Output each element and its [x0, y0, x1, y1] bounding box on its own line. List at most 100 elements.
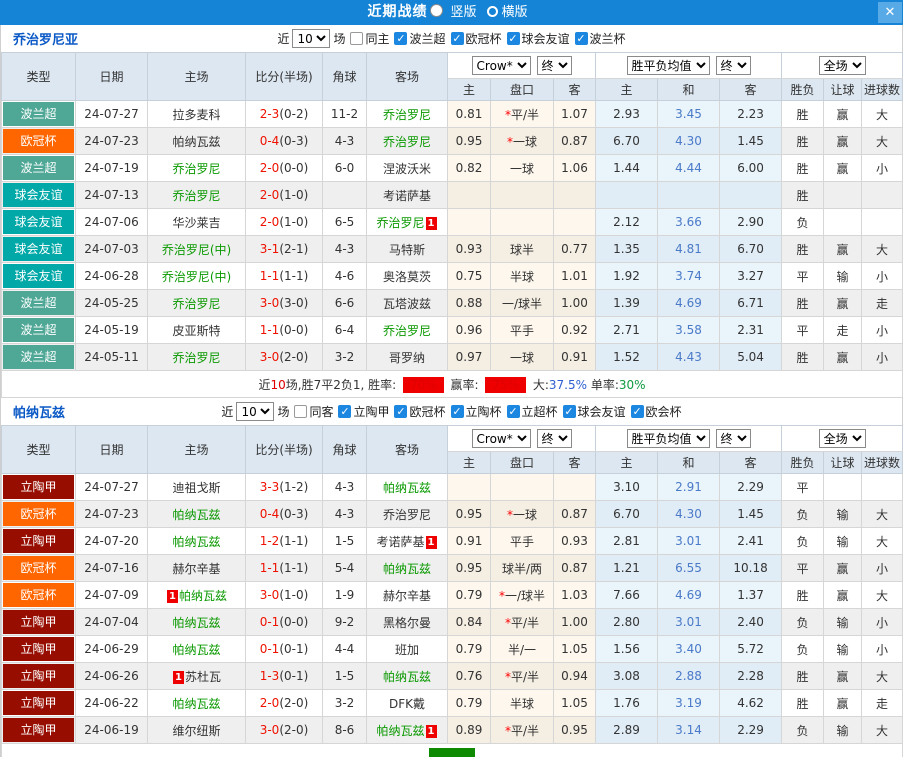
- team-link[interactable]: 1 帕纳瓦兹: [166, 589, 227, 603]
- team-link[interactable]: 乔治罗尼: [383, 324, 431, 338]
- team-link[interactable]: 乔治罗尼: [172, 162, 220, 176]
- league-filter-checkbox[interactable]: ✓ 球会友谊: [562, 403, 626, 420]
- avg-odds-select[interactable]: 胜平负均值: [626, 56, 710, 75]
- team-link[interactable]: 乔治罗尼: [172, 351, 220, 365]
- column-header: 日期: [75, 52, 148, 101]
- team-link[interactable]: 乔治罗尼: [383, 508, 431, 522]
- half-score: (1-0): [279, 588, 309, 602]
- league-filter-checkbox[interactable]: ✓ 立超杯: [506, 403, 558, 420]
- team-link[interactable]: DFK戴: [389, 697, 425, 711]
- team-link[interactable]: 乔治罗尼: [383, 108, 431, 122]
- league-filter-checkbox[interactable]: ✓ 欧冠杯: [450, 30, 502, 47]
- close-icon[interactable]: ✕: [878, 2, 902, 23]
- lose-odds-cell: 4.62: [719, 689, 783, 717]
- team-link[interactable]: 涅波沃米: [383, 162, 431, 176]
- horizontal-view-radio[interactable]: [486, 6, 498, 17]
- team-link[interactable]: 帕纳瓦兹: [172, 643, 220, 657]
- horizontal-view-label[interactable]: 横版: [502, 5, 528, 20]
- odds-time-select[interactable]: 终: [536, 429, 572, 448]
- win-odds-cell: 2.81: [595, 527, 659, 555]
- sub-column-header: 胜负: [781, 451, 825, 474]
- team-link[interactable]: 乔治罗尼(中): [162, 243, 231, 257]
- team-link[interactable]: 帕纳瓦兹: [383, 670, 431, 684]
- avg-odds-select[interactable]: 胜平负均值: [626, 429, 710, 448]
- league-filter-checkbox[interactable]: ✓ 立陶甲: [338, 403, 389, 420]
- recent-count-select[interactable]: 10: [292, 29, 331, 48]
- corner-cell: 6-5: [322, 208, 367, 236]
- home-odds-cell: 0.79: [447, 635, 491, 663]
- odds-company-select[interactable]: Crow*: [471, 429, 531, 448]
- note-badge: 1: [166, 589, 178, 603]
- team-link[interactable]: 考诺萨基: [383, 189, 431, 203]
- team-link[interactable]: 班加: [395, 643, 419, 657]
- team-cell: 赫尔辛基: [366, 581, 448, 609]
- odds-time-select[interactable]: 终: [536, 56, 572, 75]
- vertical-view-radio[interactable]: [430, 4, 444, 17]
- lose-odds-cell: 2.29: [719, 716, 783, 744]
- team-link[interactable]: 赫尔辛基: [383, 589, 431, 603]
- checkbox-label: 欧冠杯: [465, 32, 502, 46]
- checkbox-label: 欧冠杯: [409, 405, 446, 419]
- team-link[interactable]: 帕纳瓦兹: [172, 508, 220, 522]
- result-cell: 胜: [781, 100, 825, 128]
- checkbox-label: 欧会杯: [645, 405, 682, 419]
- league-filter-checkbox[interactable]: ✓ 欧冠杯: [394, 403, 446, 420]
- team-link[interactable]: 哥罗纳: [389, 351, 425, 365]
- league-filter-checkbox[interactable]: ✓ 欧会杯: [630, 403, 682, 420]
- handicap-result-cell: 输: [823, 635, 863, 663]
- scope-select[interactable]: 全场: [818, 56, 866, 75]
- goals-result-cell: 大: [861, 500, 903, 528]
- team-link[interactable]: 瓦塔波兹: [383, 297, 431, 311]
- half-score: (2-0): [279, 696, 309, 710]
- full-score: 3-0: [259, 588, 280, 602]
- team-link[interactable]: 迪祖戈斯: [172, 481, 220, 495]
- team-link[interactable]: 乔治罗尼: [172, 189, 220, 203]
- team-link[interactable]: 华沙莱吉: [172, 216, 220, 230]
- team-link[interactable]: 考诺萨基 1: [376, 535, 437, 549]
- win-odds-cell: 1.92: [595, 262, 659, 290]
- match-row: 立陶甲 24-07-04 帕纳瓦兹 0-1(0-0) 9-2 黑格尔曼 0.84 *平/半 1.…: [1, 608, 903, 636]
- team-link[interactable]: 乔治罗尼: [383, 135, 431, 149]
- avg-time-select[interactable]: 终: [715, 429, 751, 448]
- team-link[interactable]: 帕纳瓦兹: [383, 562, 431, 576]
- team-link[interactable]: 奥洛莫茨: [383, 270, 431, 284]
- same-venue-checkbox[interactable]: 同客: [294, 403, 333, 420]
- team-cell: 1 苏杜瓦: [147, 662, 246, 690]
- team-link[interactable]: 帕纳瓦兹: [383, 481, 431, 495]
- column-header: 类型: [1, 52, 76, 101]
- team-link[interactable]: 赫尔辛基: [172, 562, 220, 576]
- half-score: (1-1): [279, 269, 309, 283]
- home-odds-cell: 0.89: [447, 716, 491, 744]
- half-score: (0-1): [279, 642, 309, 656]
- page-title: 近期战绩: [367, 4, 428, 20]
- summary-text: 场,胜7平2负1, 胜率:: [285, 377, 401, 392]
- team-link[interactable]: 帕纳瓦兹: [172, 616, 220, 630]
- result-cell: 负: [781, 208, 825, 236]
- team-link[interactable]: 拉多麦科: [172, 108, 220, 122]
- team-link[interactable]: 皮亚斯特: [172, 324, 220, 338]
- odds-company-select[interactable]: Crow*: [471, 56, 531, 75]
- scope-select[interactable]: 全场: [818, 429, 866, 448]
- league-filter-checkbox[interactable]: ✓ 波兰超: [394, 30, 446, 47]
- team-link[interactable]: 帕纳瓦兹 1: [376, 724, 437, 738]
- vertical-view-label[interactable]: 竖版: [450, 5, 476, 20]
- summary-cell: [0, 743, 903, 757]
- team-link[interactable]: 帕纳瓦兹: [172, 535, 220, 549]
- league-filter-checkbox[interactable]: ✓ 立陶杯: [450, 403, 502, 420]
- team-link[interactable]: 维尔纽斯: [172, 724, 220, 738]
- team-link[interactable]: 乔治罗尼(中): [162, 270, 231, 284]
- same-venue-checkbox[interactable]: 同主: [350, 30, 389, 47]
- team-link[interactable]: 乔治罗尼: [172, 297, 220, 311]
- team-link[interactable]: 1 苏杜瓦: [172, 670, 221, 684]
- team-link[interactable]: 帕纳瓦兹: [172, 697, 220, 711]
- team-link[interactable]: 帕纳瓦兹: [172, 135, 220, 149]
- league-filter-checkbox[interactable]: ✓ 波兰杯: [574, 30, 626, 47]
- league-filter-checkbox[interactable]: ✓ 球会友谊: [506, 30, 570, 47]
- score-cell: 2-0(0-0): [245, 154, 323, 182]
- handicap-cell: 平手: [490, 316, 554, 344]
- avg-time-select[interactable]: 终: [715, 56, 751, 75]
- team-link[interactable]: 黑格尔曼: [383, 616, 431, 630]
- recent-count-select[interactable]: 10: [236, 402, 275, 421]
- team-link[interactable]: 乔治罗尼 1: [376, 216, 437, 230]
- team-link[interactable]: 马特斯: [389, 243, 425, 257]
